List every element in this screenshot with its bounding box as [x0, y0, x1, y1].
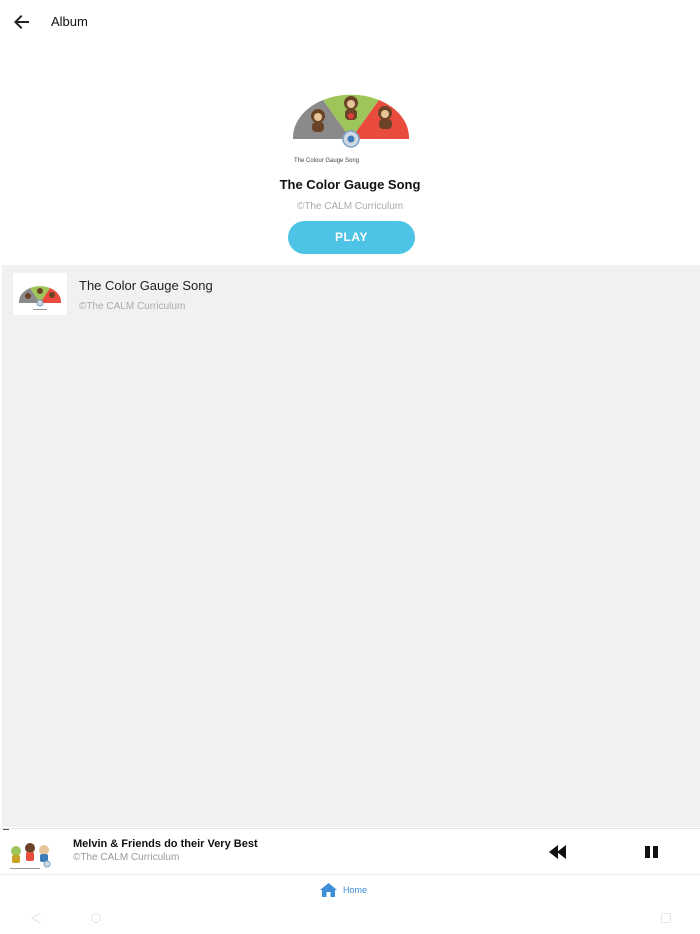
now-playing-bar[interactable]: Melvin & Friends do their Very Best ©The…: [0, 828, 700, 875]
rewind-icon[interactable]: [546, 842, 570, 862]
playback-progress: [3, 829, 9, 830]
track-row[interactable]: The Color Gauge Song ©The CALM Curriculu…: [2, 265, 700, 321]
page-title: Album: [51, 14, 88, 29]
system-back-icon[interactable]: [30, 912, 42, 924]
album-hero: The Colour Gauge Song The Color Gauge So…: [0, 44, 700, 265]
album-art-caption: The Colour Gauge Song: [294, 158, 360, 164]
system-recents-icon[interactable]: [660, 912, 672, 924]
home-icon: [320, 883, 337, 897]
now-playing-art: [10, 843, 51, 869]
system-nav-bar: [0, 904, 700, 934]
system-home-icon[interactable]: [90, 912, 102, 924]
album-cover-art: [292, 94, 410, 148]
now-playing-title: Melvin & Friends do their Very Best: [73, 838, 258, 850]
nav-home-label: Home: [343, 885, 368, 895]
track-title: The Color Gauge Song: [79, 278, 213, 293]
play-button[interactable]: PLAY: [288, 221, 415, 254]
bottom-navigation: Home: [0, 874, 700, 905]
app-header: Album: [0, 0, 700, 44]
track-list: The Color Gauge Song ©The CALM Curriculu…: [2, 265, 700, 827]
album-copyright: ©The CALM Curriculum: [296, 201, 404, 212]
now-playing-copyright: ©The CALM Curriculum: [73, 852, 180, 863]
back-arrow-icon[interactable]: [10, 10, 34, 34]
track-copyright: ©The CALM Curriculum: [79, 301, 186, 312]
pause-icon[interactable]: [640, 842, 664, 862]
nav-home[interactable]: Home: [320, 881, 367, 899]
track-thumbnail: [13, 273, 67, 315]
album-title: The Color Gauge Song: [279, 177, 421, 192]
